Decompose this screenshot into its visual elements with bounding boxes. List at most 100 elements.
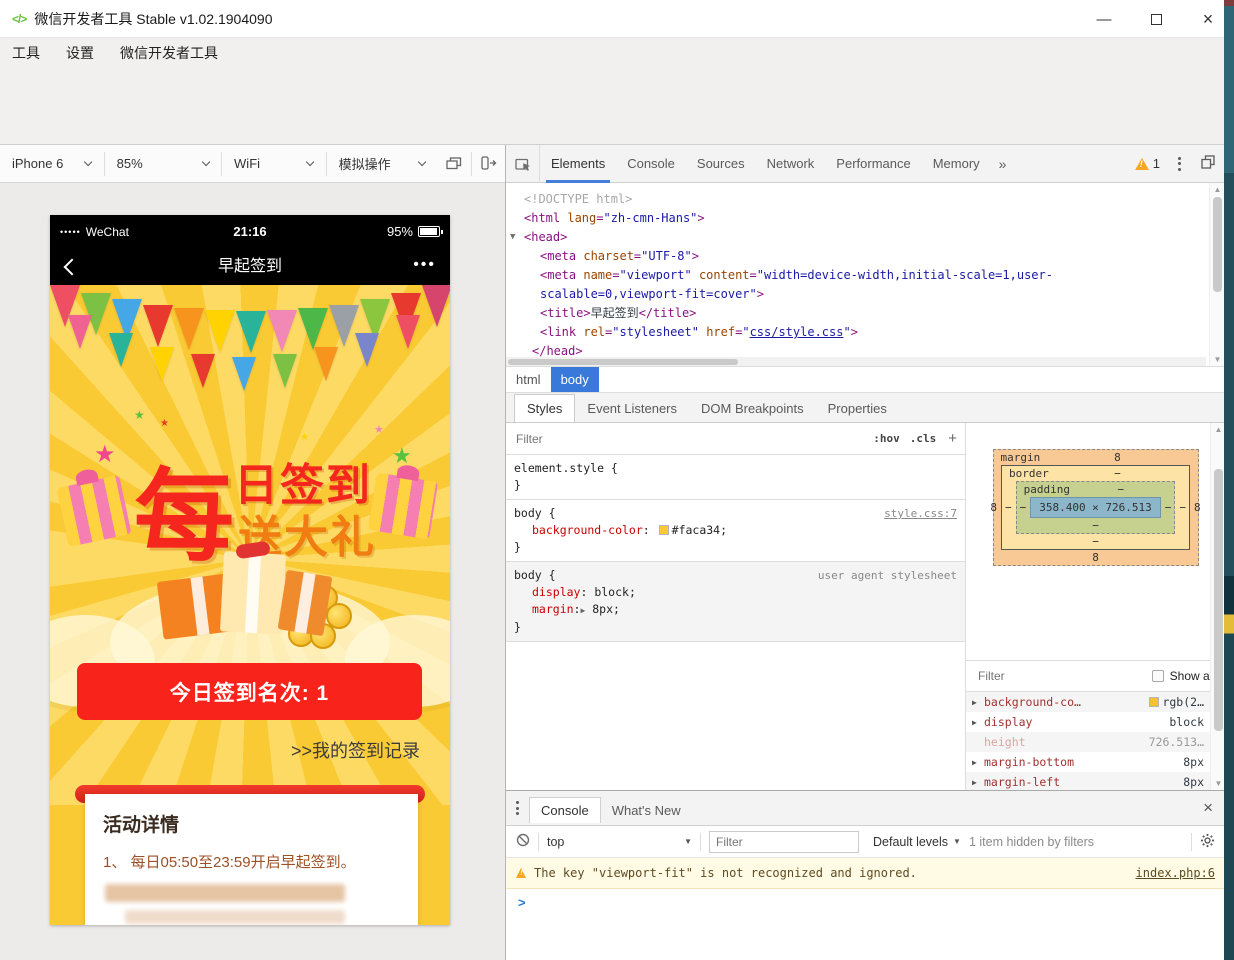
redacted-text — [124, 910, 345, 924]
show-all-checkbox[interactable] — [1151, 670, 1164, 682]
tab-event-listeners[interactable]: Event Listeners — [575, 395, 689, 422]
flag-icon — [236, 311, 266, 353]
banner-char: 每 — [134, 461, 234, 573]
gift-icon — [367, 472, 439, 540]
inspect-icon[interactable] — [506, 144, 540, 183]
sidebar-tab-bar: Styles Event Listeners DOM Breakpoints P… — [506, 392, 1225, 423]
tab-performance[interactable]: Performance — [825, 145, 921, 183]
style-rule-body[interactable]: body {style.css:7 background-color: #fac… — [506, 500, 965, 562]
gift-icon — [277, 569, 333, 637]
new-rule-button[interactable]: + — [948, 430, 957, 447]
crumb-html[interactable]: html — [506, 367, 551, 393]
console-settings-icon[interactable] — [1200, 833, 1215, 851]
tab-dom-breakpoints[interactable]: DOM Breakpoints — [689, 395, 816, 422]
styles-pane: :hov .cls + element.style { } body {styl… — [506, 423, 966, 790]
elements-scrollbar[interactable]: ▲ ▼ — [1209, 183, 1224, 366]
computed-row[interactable]: height 726.513… — [966, 732, 1210, 752]
signin-rank-button[interactable]: 今日签到名次: 1 — [77, 663, 422, 720]
breadcrumb: html body — [506, 366, 1225, 393]
code-line[interactable]: <meta name="viewport" content="width=dev… — [506, 266, 1206, 285]
network-select[interactable]: WiFi — [222, 145, 326, 183]
device-toolbar: iPhone 6 85% WiFi 模拟操作 — [0, 145, 505, 183]
device-select[interactable]: iPhone 6 — [0, 145, 104, 183]
crumb-body[interactable]: body — [550, 366, 599, 393]
code-line[interactable]: <link rel="stylesheet" href="css/style.c… — [506, 323, 1206, 342]
code-line[interactable]: <meta charset="UTF-8"> — [506, 247, 1206, 266]
flag-icon — [273, 354, 297, 389]
elements-code: <!DOCTYPE html> <html lang="zh-cmn-Hans">… — [506, 183, 1206, 357]
flag-icon — [355, 333, 379, 368]
style-rule-ua[interactable]: body {user agent stylesheet display: blo… — [506, 562, 965, 642]
battery-percent: 95% — [386, 224, 413, 239]
menu-devtools[interactable]: 微信开发者工具 — [120, 43, 218, 63]
more-tabs-icon[interactable]: » — [991, 156, 1015, 172]
phone-preview: ••••• WeChat 21:16 95% 早起签到 ••• ★ ★ ★ ★ … — [50, 215, 450, 925]
box-model: margin 8 8 border − − padding − − 358.40… — [990, 449, 1201, 566]
styles-filter-input[interactable] — [514, 430, 864, 447]
windows-icon[interactable] — [437, 145, 470, 183]
flag-icon — [109, 333, 133, 368]
tab-memory[interactable]: Memory — [922, 145, 991, 183]
computed-row[interactable]: ▶ margin-left 8px — [966, 772, 1210, 790]
code-line[interactable]: ▼ <head> — [506, 228, 1206, 247]
close-drawer-icon[interactable]: × — [1191, 798, 1225, 818]
context-select[interactable]: top ▼ — [547, 835, 692, 849]
stylesheet-link[interactable]: style.css:7 — [884, 505, 957, 522]
flag-icon — [232, 357, 256, 391]
tab-network[interactable]: Network — [756, 145, 826, 183]
phone-status-bar: ••••• WeChat 21:16 95% — [50, 215, 450, 248]
warning-badge[interactable]: 1 — [1127, 156, 1168, 171]
gift-icon — [219, 551, 287, 635]
menu-settings[interactable]: 设置 — [66, 43, 94, 63]
computed-row[interactable]: ▶ margin-bottom 8px — [966, 752, 1210, 772]
maximize-button[interactable] — [1130, 0, 1182, 38]
code-line[interactable]: <!DOCTYPE html> — [506, 190, 1206, 209]
battery-icon — [418, 226, 443, 237]
horizontal-scrollbar[interactable] — [506, 357, 1206, 366]
page-title: 早起签到 — [217, 258, 282, 275]
code-line[interactable]: <title>早起签到</title> — [506, 304, 1206, 323]
star-icon: ★ — [300, 432, 309, 443]
warning-source-link[interactable]: index.php:6 — [1136, 866, 1215, 880]
redacted-text — [104, 884, 345, 902]
window-scrollbar-strip[interactable] — [1224, 0, 1234, 960]
more-menu-icon[interactable]: ••• — [413, 248, 436, 285]
dock-icon[interactable] — [1191, 155, 1225, 172]
warning-icon — [516, 868, 526, 878]
flag-icon — [314, 346, 338, 381]
clear-console-icon[interactable] — [516, 833, 530, 850]
console-filter-input[interactable] — [709, 830, 859, 853]
star-icon: ★ — [134, 408, 145, 422]
console-kebab-icon[interactable] — [506, 801, 529, 815]
zoom-select[interactable]: 85% — [105, 145, 221, 183]
kebab-menu-icon[interactable] — [1168, 156, 1191, 171]
code-line[interactable]: </head> — [506, 342, 1206, 357]
minimize-button[interactable]: — — [1078, 0, 1130, 38]
style-rule-element[interactable]: element.style { } — [506, 455, 965, 500]
code-line[interactable]: <html lang="zh-cmn-Hans"> — [506, 209, 1206, 228]
hov-toggle[interactable]: :hov — [873, 432, 900, 445]
rotate-device-icon[interactable] — [472, 145, 505, 183]
computed-row[interactable]: ▶ background-co… rgb(2… — [966, 692, 1210, 712]
tab-elements[interactable]: Elements — [540, 145, 616, 183]
signin-record-link[interactable]: >>我的签到记录 — [291, 737, 420, 763]
menu-tools[interactable]: 工具 — [12, 43, 40, 63]
color-swatch[interactable] — [658, 525, 669, 535]
tab-console-drawer[interactable]: Console — [529, 797, 601, 823]
tab-properties[interactable]: Properties — [816, 395, 899, 422]
levels-select[interactable]: Default levels ▼ — [873, 835, 961, 849]
console-prompt[interactable]: > — [518, 895, 526, 910]
simulate-select[interactable]: 模拟操作 — [327, 145, 438, 183]
cls-toggle[interactable]: .cls — [910, 432, 937, 445]
tab-sources[interactable]: Sources — [686, 145, 756, 183]
tab-styles[interactable]: Styles — [514, 394, 576, 422]
computed-row[interactable]: ▶ display block — [966, 712, 1210, 732]
sidebar-scrollbar[interactable]: ▲ ▼ — [1210, 423, 1225, 790]
code-line[interactable]: scalable=0,viewport-fit=cover"> — [506, 285, 1206, 304]
menubar: 工具 设置 微信开发者工具 — [0, 38, 1234, 68]
tab-whats-new[interactable]: What's New — [601, 798, 692, 823]
warning-message: The key "viewport-fit" is not recognized… — [534, 866, 917, 880]
computed-filter-input[interactable] — [976, 668, 1086, 684]
tab-console[interactable]: Console — [616, 145, 686, 183]
flag-icon — [396, 315, 420, 349]
